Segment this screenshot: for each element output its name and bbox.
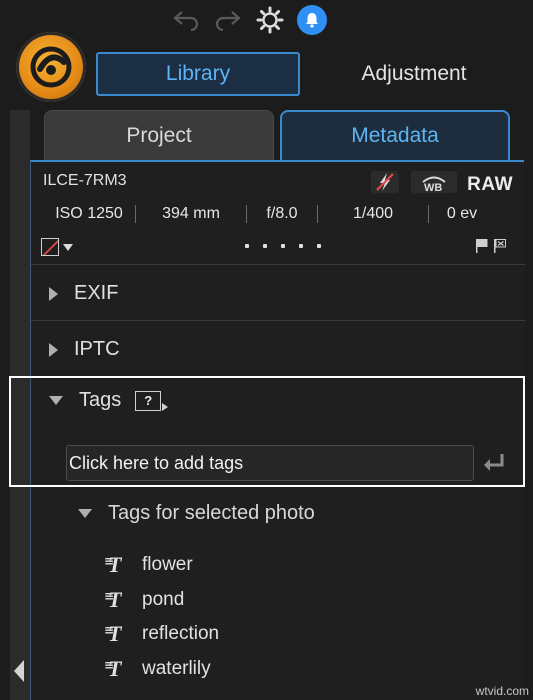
- tag-list: T flower T pond T reflection T waterlily: [104, 548, 220, 687]
- focal-length-value: 394 mm: [162, 205, 220, 222]
- tag-label: pond: [142, 588, 185, 610]
- tab-metadata[interactable]: Metadata: [280, 110, 510, 160]
- star-3[interactable]: [281, 244, 285, 248]
- collapse-left-icon[interactable]: [14, 660, 24, 682]
- svg-text:WB: WB: [424, 182, 442, 194]
- collapse-down-icon: [78, 509, 92, 518]
- exif-label: EXIF: [74, 282, 119, 304]
- collapse-down-icon: [49, 396, 63, 405]
- sub-tabs: Project Metadata: [44, 110, 514, 160]
- text-tag-icon: T: [104, 587, 134, 613]
- side-scroll-strip[interactable]: [10, 110, 30, 700]
- undo-arrow-icon[interactable]: [170, 4, 202, 36]
- redo-arrow-icon[interactable]: [212, 4, 244, 36]
- chevron-down-icon[interactable]: [63, 244, 73, 251]
- tag-label: waterlily: [142, 657, 211, 679]
- exif-section: EXIF: [31, 264, 525, 320]
- star-5[interactable]: [317, 244, 321, 248]
- exposure-row: ISO 1250 394 mm f/8.0 1/400 0 ev: [43, 202, 517, 226]
- tag-label: flower: [142, 554, 193, 576]
- camera-model: ILCE-7RM3: [43, 172, 127, 189]
- star-4[interactable]: [299, 244, 303, 248]
- star-rating: [245, 236, 321, 248]
- metadata-panel: ILCE-7RM3 WB RAW ISO 1250 394 mm f/8.0 1…: [30, 160, 525, 700]
- iptc-label: IPTC: [74, 338, 120, 360]
- camera-info-row: ILCE-7RM3 WB RAW: [43, 170, 513, 195]
- expand-right-icon: [49, 342, 58, 357]
- rating-row: [41, 236, 515, 258]
- gear-icon[interactable]: [254, 4, 286, 36]
- raw-format-label: RAW: [467, 173, 513, 195]
- tag-label: reflection: [142, 623, 220, 645]
- selected-tags-header[interactable]: Tags for selected photo: [78, 502, 315, 525]
- camera-icons: WB RAW: [369, 170, 513, 199]
- enter-return-icon[interactable]: [480, 450, 508, 476]
- app-logo[interactable]: [16, 32, 86, 102]
- text-tag-icon: T: [104, 656, 134, 682]
- tags-label: Tags: [79, 389, 122, 411]
- tab-project[interactable]: Project: [44, 110, 274, 160]
- shutter-value: 1/400: [352, 205, 394, 222]
- add-tags-input[interactable]: [66, 445, 474, 481]
- mode-tabs: Library Adjustment: [96, 52, 516, 96]
- iptc-header[interactable]: IPTC: [49, 338, 120, 361]
- flag-controls: [475, 238, 507, 259]
- list-item[interactable]: T waterlily: [104, 652, 219, 687]
- iso-value: ISO 1250: [55, 205, 123, 222]
- top-toolbar: [170, 4, 328, 36]
- star-1[interactable]: [245, 244, 249, 248]
- white-balance-icon: WB: [409, 170, 459, 199]
- list-item[interactable]: T flower: [104, 548, 219, 583]
- reject-flag-icon[interactable]: [493, 238, 507, 259]
- aperture-value: f/8.0: [266, 205, 298, 222]
- iptc-section: IPTC: [31, 320, 525, 376]
- flag-icon[interactable]: [475, 238, 489, 259]
- watermark: wtvid.com: [475, 684, 529, 698]
- ev-value: 0 ev: [446, 205, 478, 222]
- expand-right-icon: [49, 286, 58, 301]
- tags-header[interactable]: Tags ?: [49, 389, 169, 412]
- bell-icon[interactable]: [296, 4, 328, 36]
- text-tag-icon: T: [104, 621, 134, 647]
- exif-header[interactable]: EXIF: [49, 282, 118, 305]
- help-icon[interactable]: ?: [135, 390, 169, 411]
- selected-tags-label: Tags for selected photo: [108, 502, 315, 524]
- tab-library[interactable]: Library: [96, 52, 300, 96]
- list-item[interactable]: T reflection: [104, 617, 220, 652]
- flash-off-icon: [369, 170, 401, 199]
- list-item[interactable]: T pond: [104, 583, 219, 618]
- tags-section: Tags ?: [31, 376, 525, 700]
- text-tag-icon: T: [104, 552, 134, 578]
- star-2[interactable]: [263, 244, 267, 248]
- color-label-swatch[interactable]: [41, 238, 59, 256]
- tab-adjustment[interactable]: Adjustment: [312, 52, 516, 96]
- metadata-panel-window: Library Adjustment Project Metadata ILCE…: [0, 0, 533, 700]
